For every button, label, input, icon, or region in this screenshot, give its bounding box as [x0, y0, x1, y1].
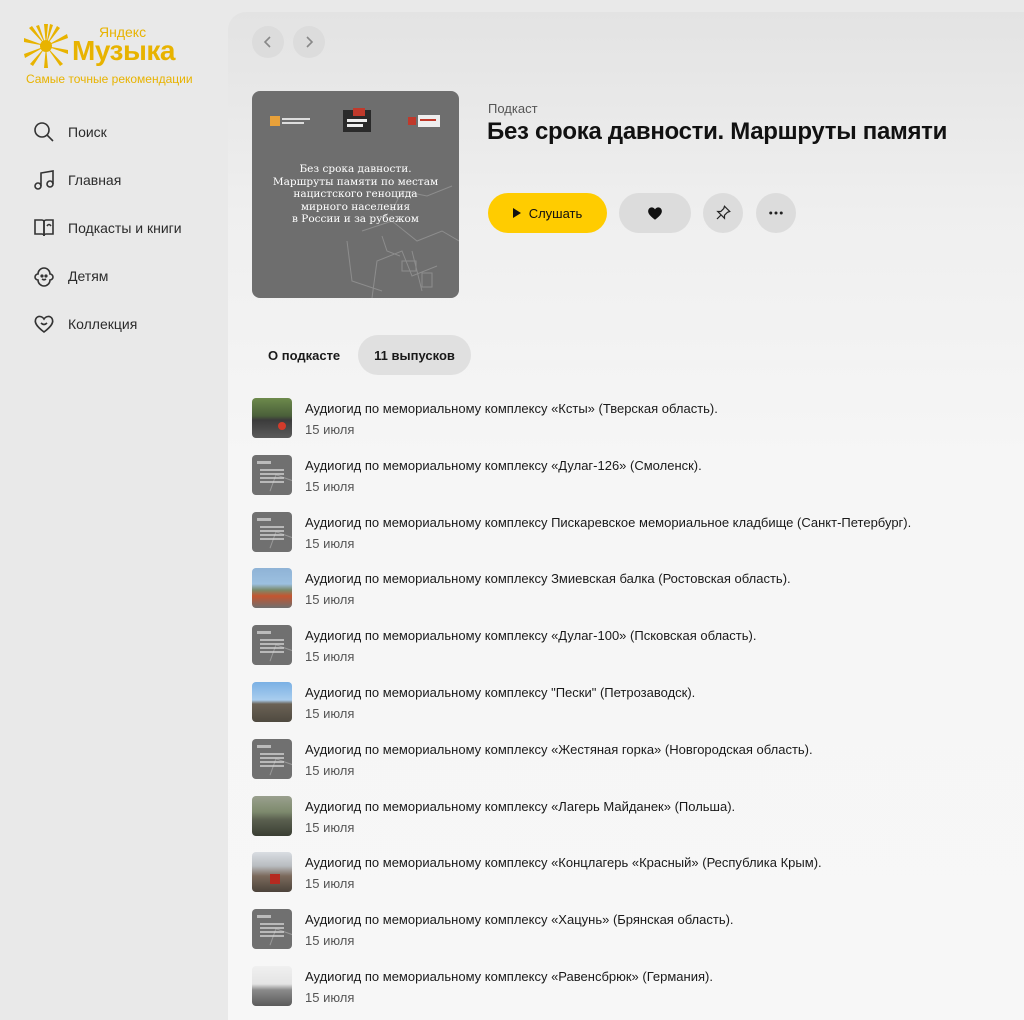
- sidebar: Яндекс Музыка Самые точные рекомендации …: [0, 0, 228, 1020]
- episode-thumbnail: [252, 681, 292, 722]
- episode-thumbnail: [252, 852, 292, 893]
- episode-title: Аудиогид по мемориальному комплексу «Дул…: [305, 628, 757, 644]
- episode-date: 15 июля: [305, 819, 355, 835]
- pin-icon: [716, 205, 731, 220]
- list-item[interactable]: Аудиогид по мемориальному комплексу Писк…: [252, 511, 1012, 569]
- episode-date: 15 июля: [305, 422, 355, 437]
- sidebar-item-podcasts[interactable]: Подкасты и книги: [30, 204, 220, 252]
- episode-thumbnail: [252, 398, 292, 438]
- episode-title: Аудиогид по мемориальному комплексу «Кст…: [305, 401, 718, 416]
- pin-button[interactable]: [703, 193, 743, 233]
- sun-logo-icon: [24, 24, 68, 68]
- cover-text: Без срока давности. Маршруты памяти по м…: [272, 163, 439, 225]
- tab-about[interactable]: О подкасте: [252, 335, 356, 375]
- episode-title: Аудиогид по мемориальному комплексу «Дул…: [305, 457, 702, 473]
- search-icon: [30, 118, 58, 146]
- back-button[interactable]: [252, 26, 284, 58]
- sidebar-item-home[interactable]: Главная: [30, 156, 220, 204]
- episode-title: Аудиогид по мемориальному комплексу «Лаг…: [305, 798, 736, 814]
- episode-title: Аудиогид по мемориальному комплексу Писк…: [305, 514, 912, 530]
- podcast-type-label: Подкаст: [488, 101, 538, 116]
- episode-date: 15 июля: [305, 876, 355, 892]
- episode-date: 15 июля: [305, 762, 355, 778]
- sidebar-item-label: Детям: [68, 268, 109, 284]
- list-item[interactable]: Аудиогид по мемориальному комплексу «Рав…: [252, 965, 1012, 1020]
- episode-date: 15 июля: [305, 649, 355, 665]
- list-item[interactable]: Аудиогид по мемориальному комплексу «Дул…: [252, 625, 1012, 682]
- sidebar-item-label: Поиск: [68, 124, 107, 140]
- tab-episodes[interactable]: 11 выпусков: [358, 335, 471, 375]
- music-note-icon: [30, 166, 58, 194]
- episode-thumbnail: [252, 625, 292, 666]
- logo[interactable]: Яндекс Музыка Самые точные рекомендации: [22, 22, 222, 92]
- episode-title: Аудиогид по мемориальному комплексу Змие…: [305, 571, 791, 587]
- episode-thumbnail: [252, 511, 292, 552]
- episode-title: Аудиогид по мемориальному комплексу «Рав…: [305, 968, 713, 984]
- episode-title: Аудиогид по мемориальному комплексу «Хац…: [305, 912, 734, 928]
- partner-logos: [270, 108, 440, 132]
- brand-name: Музыка: [72, 35, 175, 66]
- episode-thumbnail: [252, 795, 292, 836]
- heart-icon: [648, 207, 662, 220]
- episode-title: Аудиогид по мемориальному комплексу "Пес…: [305, 684, 696, 700]
- list-item[interactable]: Аудиогид по мемориальному комплексу «Кон…: [252, 852, 1012, 909]
- list-item[interactable]: Аудиогид по мемориальному комплексу "Пес…: [252, 681, 1012, 739]
- heart-icon: [30, 310, 58, 338]
- chevron-left-icon: [263, 36, 271, 48]
- episode-thumbnail: [252, 909, 292, 950]
- episode-date: 15 июля: [305, 989, 355, 1005]
- episode-title: Аудиогид по мемориальному комплексу «Жес…: [305, 741, 813, 757]
- more-button[interactable]: [756, 193, 796, 233]
- page-title: Без срока давности. Маршруты памяти: [487, 118, 948, 145]
- book-icon: [30, 214, 58, 242]
- sidebar-item-label: Коллекция: [68, 316, 138, 332]
- episode-date: 15 июля: [305, 705, 355, 721]
- episode-thumbnail: [252, 965, 292, 1006]
- episode-date: 15 июля: [305, 478, 355, 494]
- more-icon: [769, 211, 783, 215]
- sidebar-item-label: Подкасты и книги: [68, 220, 182, 236]
- sidebar-item-collection[interactable]: Коллекция: [30, 300, 220, 348]
- sidebar-nav: Поиск Главная Подкасты и книги Детям Кол…: [30, 108, 220, 348]
- chevron-right-icon: [306, 36, 314, 48]
- sidebar-item-kids[interactable]: Детям: [30, 252, 220, 300]
- episode-thumbnail: [252, 568, 292, 609]
- episode-thumbnail: [252, 738, 292, 779]
- list-item[interactable]: Аудиогид по мемориальному комплексу «Жес…: [252, 738, 1012, 796]
- tabs: О подкасте 11 выпусков: [252, 335, 473, 375]
- episode-thumbnail: [252, 454, 292, 495]
- sidebar-item-label: Главная: [68, 172, 122, 188]
- episode-list: Аудиогид по мемориальному комплексу «Кст…: [252, 398, 1012, 1020]
- main-panel: Без срока давности. Маршруты памяти по м…: [228, 12, 1024, 1020]
- play-icon: [512, 208, 521, 218]
- list-item[interactable]: Аудиогид по мемориальному комплексу «Дул…: [252, 454, 1012, 512]
- listen-button-label: Слушать: [528, 205, 583, 221]
- kids-icon: [30, 262, 58, 290]
- list-item[interactable]: Аудиогид по мемориальному комплексу «Хац…: [252, 909, 1012, 966]
- episode-date: 15 июля: [305, 933, 355, 949]
- tagline: Самые точные рекомендации: [26, 72, 193, 86]
- podcast-cover: Без срока давности. Маршруты памяти по м…: [252, 91, 459, 298]
- like-button[interactable]: [619, 193, 691, 233]
- list-item[interactable]: Аудиогид по мемориальному комплексу «Кст…: [252, 398, 1012, 455]
- sidebar-item-search[interactable]: Поиск: [30, 108, 220, 156]
- list-item[interactable]: Аудиогид по мемориальному комплексу «Лаг…: [252, 795, 1012, 853]
- forward-button[interactable]: [293, 26, 325, 58]
- listen-button[interactable]: Слушать: [488, 193, 607, 233]
- episode-date: 15 июля: [305, 535, 355, 551]
- episode-date: 15 июля: [305, 592, 355, 608]
- list-item[interactable]: Аудиогид по мемориальному комплексу Змие…: [252, 568, 1012, 625]
- episode-title: Аудиогид по мемориальному комплексу «Кон…: [305, 855, 822, 871]
